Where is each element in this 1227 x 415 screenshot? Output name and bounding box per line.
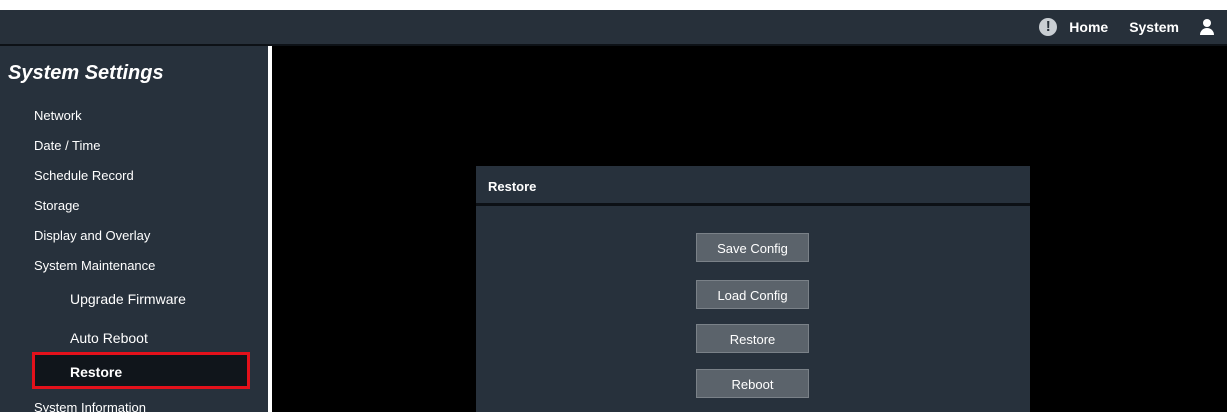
- sidebar-item-system-information[interactable]: System Information: [34, 400, 146, 415]
- sidebar-item-date-time[interactable]: Date / Time: [34, 138, 100, 153]
- alert-icon[interactable]: !: [1039, 18, 1058, 36]
- restore-panel: Restore Save Config Load Config Restore …: [476, 166, 1030, 412]
- sidebar-item-schedule-record[interactable]: Schedule Record: [34, 168, 134, 183]
- sidebar-item-network[interactable]: Network: [34, 108, 82, 123]
- system-link[interactable]: System: [1129, 19, 1179, 35]
- sidebar-item-display-overlay[interactable]: Display and Overlay: [34, 228, 150, 243]
- save-config-button[interactable]: Save Config: [696, 233, 809, 262]
- sidebar-title: System Settings: [8, 62, 164, 84]
- restore-button[interactable]: Restore: [696, 324, 809, 353]
- load-config-button[interactable]: Load Config: [696, 280, 809, 309]
- reboot-button[interactable]: Reboot: [696, 369, 809, 398]
- user-icon[interactable]: [1200, 19, 1214, 35]
- sidebar-item-restore[interactable]: Restore: [70, 364, 122, 380]
- panel-title: Restore: [476, 166, 1030, 206]
- user-icon-body: [1200, 28, 1214, 35]
- sidebar-item-upgrade-firmware[interactable]: Upgrade Firmware: [70, 291, 186, 307]
- sidebar-item-auto-reboot[interactable]: Auto Reboot: [70, 330, 148, 346]
- home-link[interactable]: Home: [1069, 19, 1108, 35]
- top-navigation-bar: ! Home System: [0, 10, 1227, 46]
- user-icon-head: [1203, 19, 1211, 27]
- top-right-menu: ! Home System: [1039, 10, 1227, 44]
- active-item-highlight: Restore: [32, 352, 250, 389]
- sidebar-item-storage[interactable]: Storage: [34, 198, 80, 213]
- sidebar-item-system-maintenance[interactable]: System Maintenance: [34, 258, 155, 273]
- settings-sidebar: System Settings Network Date / Time Sche…: [0, 46, 268, 415]
